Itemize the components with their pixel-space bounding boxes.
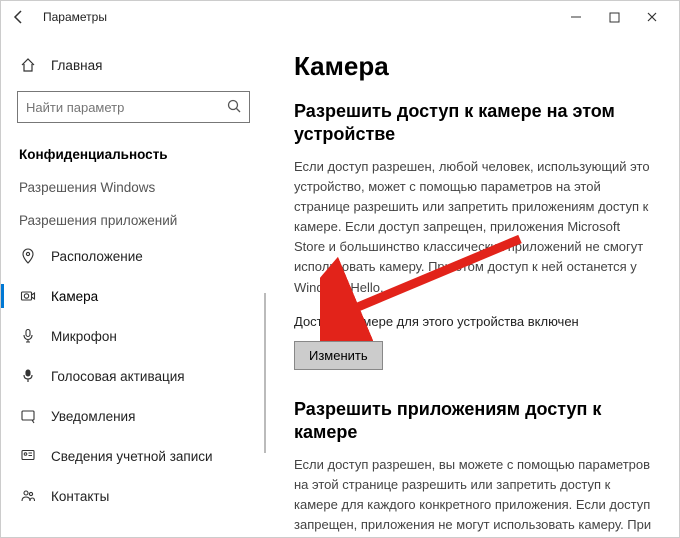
maximize-button[interactable]: [595, 3, 633, 31]
sidebar-item-label: Микрофон: [51, 329, 117, 344]
home-icon: [19, 56, 37, 74]
close-button[interactable]: [633, 3, 671, 31]
sidebar-category: Конфиденциальность: [1, 137, 266, 170]
microphone-icon: [19, 327, 37, 345]
sidebar-item-label: Расположение: [51, 249, 143, 264]
section-heading-device-access: Разрешить доступ к камере на этом устрой…: [294, 100, 653, 147]
voice-icon: [19, 367, 37, 385]
section-body-app-access: Если доступ разрешен, вы можете с помощь…: [294, 455, 653, 537]
search-box[interactable]: [17, 91, 250, 123]
arrow-left-icon: [11, 9, 27, 25]
search-icon: [226, 98, 242, 114]
content-pane: Камера Разрешить доступ к камере на этом…: [266, 33, 679, 537]
sidebar-item-label: Сведения учетной записи: [51, 449, 213, 464]
sidebar-item-label: Камера: [51, 289, 98, 304]
sidebar-home[interactable]: Главная: [1, 45, 266, 85]
sidebar-item-microphone[interactable]: Микрофон: [1, 316, 266, 356]
page-title: Камера: [294, 51, 653, 82]
change-button[interactable]: Изменить: [294, 341, 383, 370]
contacts-icon: [19, 487, 37, 505]
minimize-button[interactable]: [557, 3, 595, 31]
sidebar: Главная Конфиденциальность Разрешения Wi…: [1, 33, 266, 537]
sidebar-item-notifications[interactable]: Уведомления: [1, 396, 266, 436]
sidebar-group-windows: Разрешения Windows: [1, 170, 266, 203]
notifications-icon: [19, 407, 37, 425]
section-body-device-access: Если доступ разрешен, любой человек, исп…: [294, 157, 653, 298]
sidebar-item-label: Уведомления: [51, 409, 135, 424]
search-input[interactable]: [17, 91, 250, 123]
sidebar-item-voice[interactable]: Голосовая активация: [1, 356, 266, 396]
sidebar-item-account[interactable]: Сведения учетной записи: [1, 436, 266, 476]
sidebar-group-apps: Разрешения приложений: [1, 203, 266, 236]
sidebar-item-contacts[interactable]: Контакты: [1, 476, 266, 516]
sidebar-item-camera[interactable]: Камера: [1, 276, 266, 316]
back-button[interactable]: [9, 7, 29, 27]
sidebar-item-label: Контакты: [51, 489, 109, 504]
window-title: Параметры: [43, 10, 107, 24]
location-icon: [19, 247, 37, 265]
sidebar-item-label: Главная: [51, 58, 102, 73]
camera-access-status: Доступ к камере для этого устройства вкл…: [294, 314, 653, 329]
account-icon: [19, 447, 37, 465]
titlebar: Параметры: [1, 1, 679, 33]
section-heading-app-access: Разрешить приложениям доступ к камере: [294, 398, 653, 445]
camera-icon: [19, 287, 37, 305]
sidebar-item-location[interactable]: Расположение: [1, 236, 266, 276]
sidebar-item-label: Голосовая активация: [51, 369, 185, 384]
